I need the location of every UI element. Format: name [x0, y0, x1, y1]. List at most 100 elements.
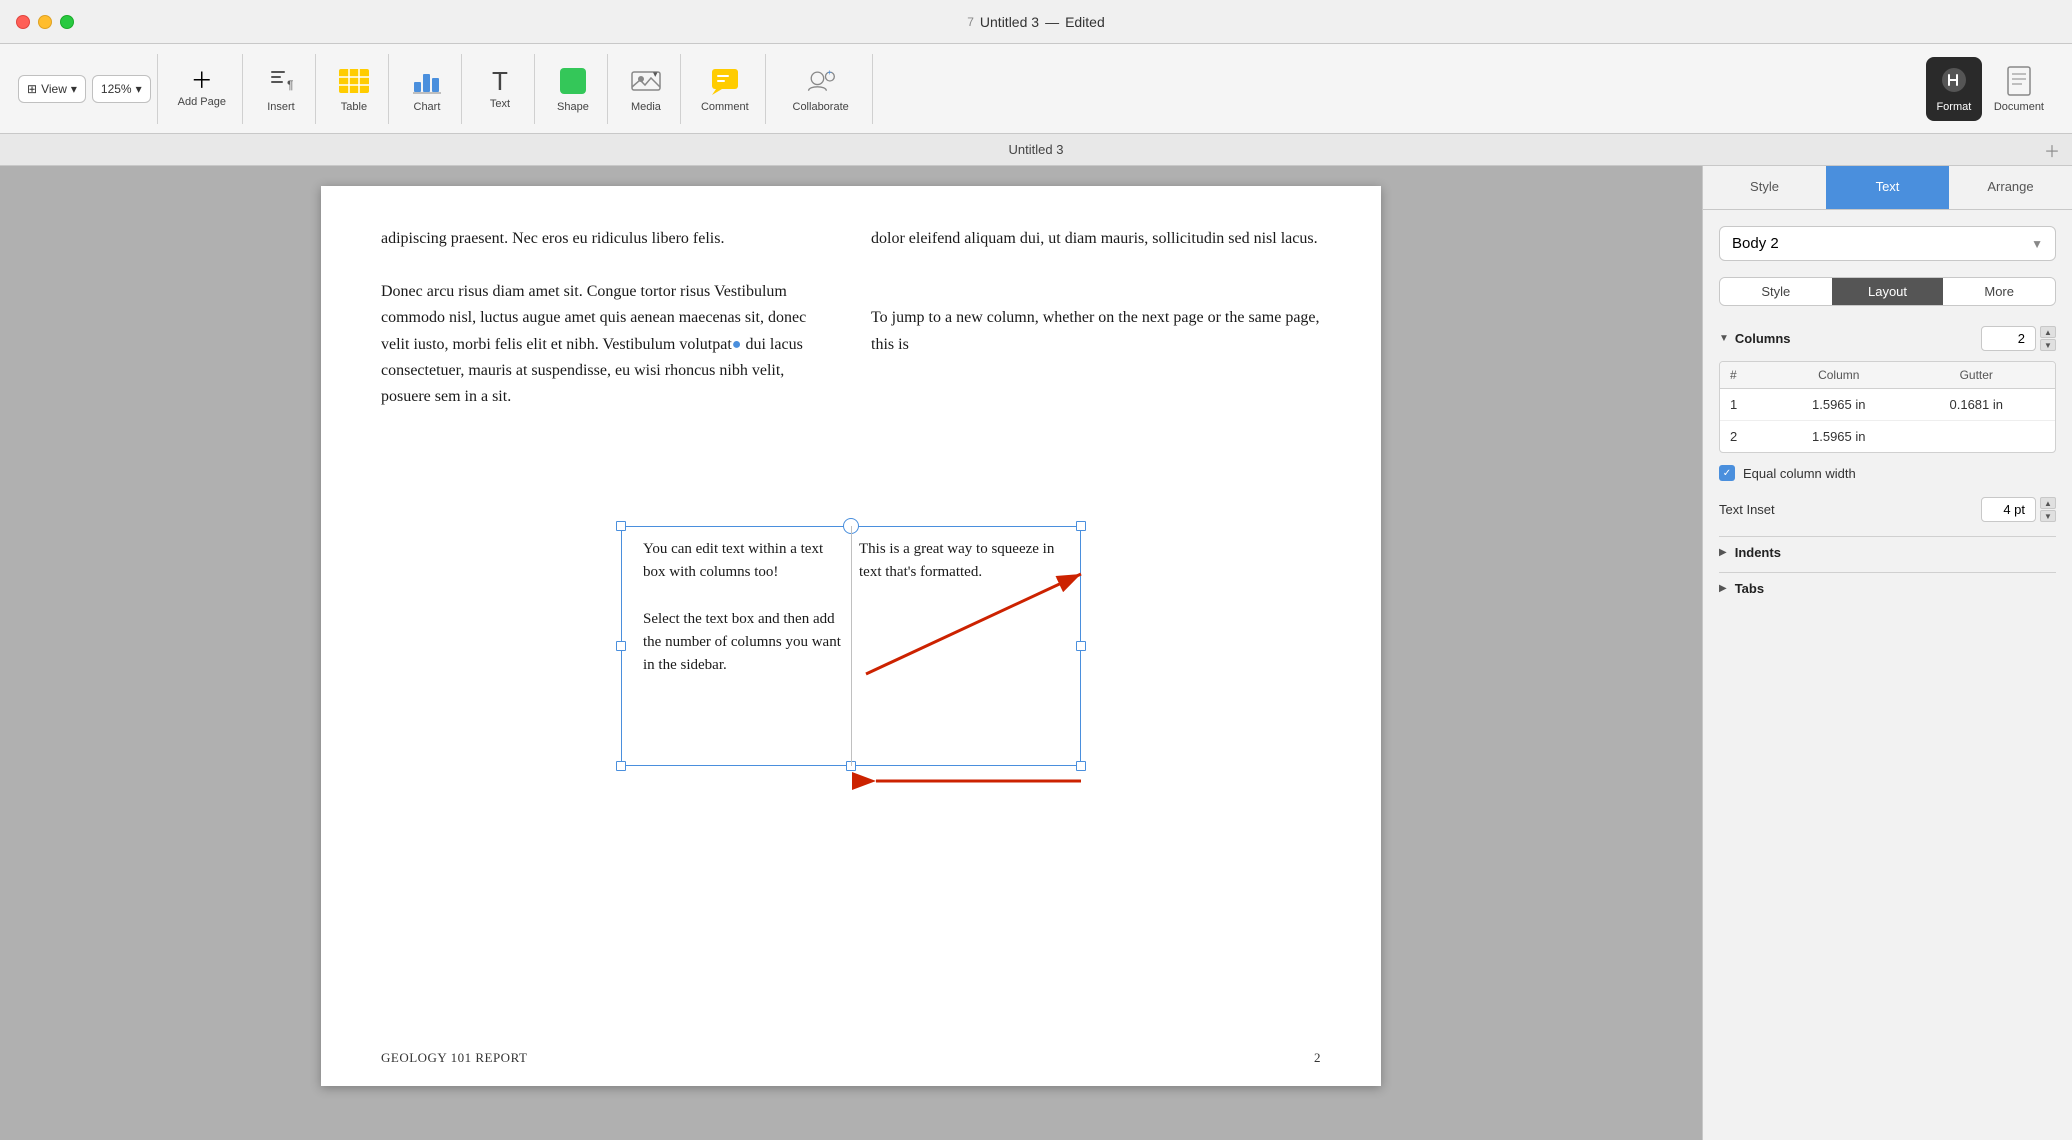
- sub-tab-layout[interactable]: Layout: [1832, 278, 1944, 305]
- indents-title: Indents: [1735, 545, 1781, 560]
- text-inset-label: Text Inset: [1719, 502, 1775, 517]
- tabs-chevron-icon: ▶: [1719, 583, 1727, 594]
- equal-column-width-checkbox[interactable]: ✓: [1719, 465, 1735, 481]
- chart-button[interactable]: Chart: [399, 57, 455, 121]
- collaborate-label: Collaborate: [793, 101, 849, 113]
- sub-tab-style-label: Style: [1761, 284, 1790, 299]
- view-chevron-icon: ▾: [71, 82, 77, 96]
- add-page-icon: ＋: [191, 70, 213, 92]
- tab-style[interactable]: Style: [1703, 166, 1826, 209]
- text-inset-arrows[interactable]: ▲ ▼: [2040, 497, 2056, 522]
- zoom-button[interactable]: 125% ▾: [92, 75, 151, 103]
- row2-num: 2: [1730, 429, 1770, 444]
- col-header-gutter: Gutter: [1908, 368, 2046, 382]
- view-label: View: [41, 82, 67, 96]
- window-title: 7 Untitled 3 — Edited: [967, 14, 1105, 30]
- sub-tab-more-label: More: [1984, 284, 2014, 299]
- title-bar: 7 Untitled 3 — Edited: [0, 0, 2072, 44]
- columns-table-header: # Column Gutter: [1720, 362, 2055, 389]
- shape-label: Shape: [557, 101, 589, 113]
- tab-text[interactable]: Text: [1826, 166, 1949, 209]
- sub-tab-layout-label: Layout: [1868, 284, 1907, 299]
- fullscreen-button[interactable]: [60, 15, 74, 29]
- add-tab-button[interactable]: ＋: [2044, 138, 2060, 162]
- text-inset-row: Text Inset 4 pt ▲ ▼: [1719, 497, 2056, 522]
- tab-arrange-label: Arrange: [1987, 179, 2033, 194]
- columns-count-arrows[interactable]: ▲ ▼: [2040, 326, 2056, 351]
- col-header-column: Column: [1770, 368, 1908, 382]
- tab-text-label: Text: [1876, 179, 1900, 194]
- columns-count-value[interactable]: 2: [1981, 326, 2036, 351]
- tabs-header[interactable]: ▶ Tabs: [1719, 572, 2056, 604]
- svg-text:+: +: [827, 68, 832, 77]
- style-dropdown[interactable]: Body 2 ▼: [1719, 226, 2056, 261]
- row1-num: 1: [1730, 397, 1770, 412]
- window-controls: [16, 15, 74, 29]
- edited-status: Edited: [1065, 14, 1105, 30]
- view-button[interactable]: ⊞ View ▾: [18, 75, 86, 103]
- collaborate-button[interactable]: + Collaborate: [776, 57, 866, 121]
- sub-tab-style[interactable]: Style: [1720, 278, 1832, 305]
- document-button[interactable]: Document: [1984, 57, 2054, 121]
- indents-header[interactable]: ▶ Indents: [1719, 536, 2056, 568]
- insert-icon: ¶: [267, 65, 295, 97]
- minimize-button[interactable]: [38, 15, 52, 29]
- close-button[interactable]: [16, 15, 30, 29]
- collaborate-icon: +: [805, 65, 837, 97]
- document-label: Document: [1994, 101, 2044, 113]
- text-inset-value[interactable]: 4 pt: [1981, 497, 2036, 522]
- page: adipiscing praesent. Nec eros eu ridicul…: [321, 186, 1381, 1086]
- tab-title: Untitled 3: [1009, 142, 1064, 157]
- columns-table: # Column Gutter 1 1.5965 in 0.1681 in 2 …: [1719, 361, 2056, 453]
- media-button[interactable]: ▾ Media: [618, 57, 674, 121]
- text-inset-up-arrow[interactable]: ▲: [2040, 497, 2056, 509]
- chart-group: Chart: [393, 54, 462, 124]
- text-inset-stepper[interactable]: 4 pt ▲ ▼: [1981, 497, 2056, 522]
- add-page-group: ＋ Add Page: [162, 54, 243, 124]
- chart-icon: [411, 65, 443, 97]
- arrows-overlay: [321, 186, 1381, 1086]
- text-inset-down-arrow[interactable]: ▼: [2040, 510, 2056, 522]
- svg-text:¶: ¶: [287, 78, 293, 92]
- shape-button[interactable]: Shape: [545, 57, 601, 121]
- columns-count-stepper[interactable]: 2 ▲ ▼: [1981, 326, 2056, 351]
- text-button[interactable]: T Text: [472, 57, 528, 121]
- columns-title-text: Columns: [1735, 331, 1791, 346]
- indents-chevron-icon: ▶: [1719, 547, 1727, 558]
- columns-count-down-arrow[interactable]: ▼: [2040, 339, 2056, 351]
- table-button[interactable]: Table: [326, 57, 382, 121]
- format-label: Format: [1936, 101, 1971, 113]
- sub-tab-more[interactable]: More: [1943, 278, 2055, 305]
- footer-left: GEOLOGY 101 REPORT: [381, 1050, 527, 1066]
- shape-group: Shape: [539, 54, 608, 124]
- canvas-area[interactable]: adipiscing praesent. Nec eros eu ridicul…: [0, 166, 1702, 1140]
- zoom-label: 125%: [101, 82, 132, 96]
- view-zoom-group: ⊞ View ▾ 125% ▾: [12, 54, 158, 124]
- document-title: Untitled 3: [980, 14, 1039, 30]
- format-group: Format Document: [1920, 54, 2060, 124]
- footer-right: 2: [1314, 1050, 1321, 1066]
- table-icon: [338, 65, 370, 97]
- chart-label: Chart: [414, 101, 441, 113]
- sidebar-content: Body 2 ▼ Style Layout More ▼ Column: [1703, 210, 2072, 1140]
- table-row: 2 1.5965 in: [1720, 421, 2055, 452]
- comment-label: Comment: [701, 101, 749, 113]
- tab-style-label: Style: [1750, 179, 1779, 194]
- format-button[interactable]: Format: [1926, 57, 1982, 121]
- insert-label: Insert: [267, 101, 295, 113]
- comment-icon: [709, 65, 741, 97]
- svg-text:▾: ▾: [653, 69, 658, 79]
- style-dropdown-value: Body 2: [1732, 235, 1779, 252]
- sidebar-tabs: Style Text Arrange: [1703, 166, 2072, 210]
- comment-button[interactable]: Comment: [691, 57, 759, 121]
- insert-group: ¶ Insert: [247, 54, 316, 124]
- media-group: ▾ Media: [612, 54, 681, 124]
- insert-button[interactable]: ¶ Insert: [253, 57, 309, 121]
- equal-column-width-label: Equal column width: [1743, 466, 1856, 481]
- add-page-button[interactable]: ＋ Add Page: [168, 57, 236, 121]
- tab-arrange[interactable]: Arrange: [1949, 166, 2072, 209]
- equal-column-width-row[interactable]: ✓ Equal column width: [1719, 465, 2056, 481]
- table-group: Table: [320, 54, 389, 124]
- document-icon: [2003, 65, 2035, 97]
- columns-count-up-arrow[interactable]: ▲: [2040, 326, 2056, 338]
